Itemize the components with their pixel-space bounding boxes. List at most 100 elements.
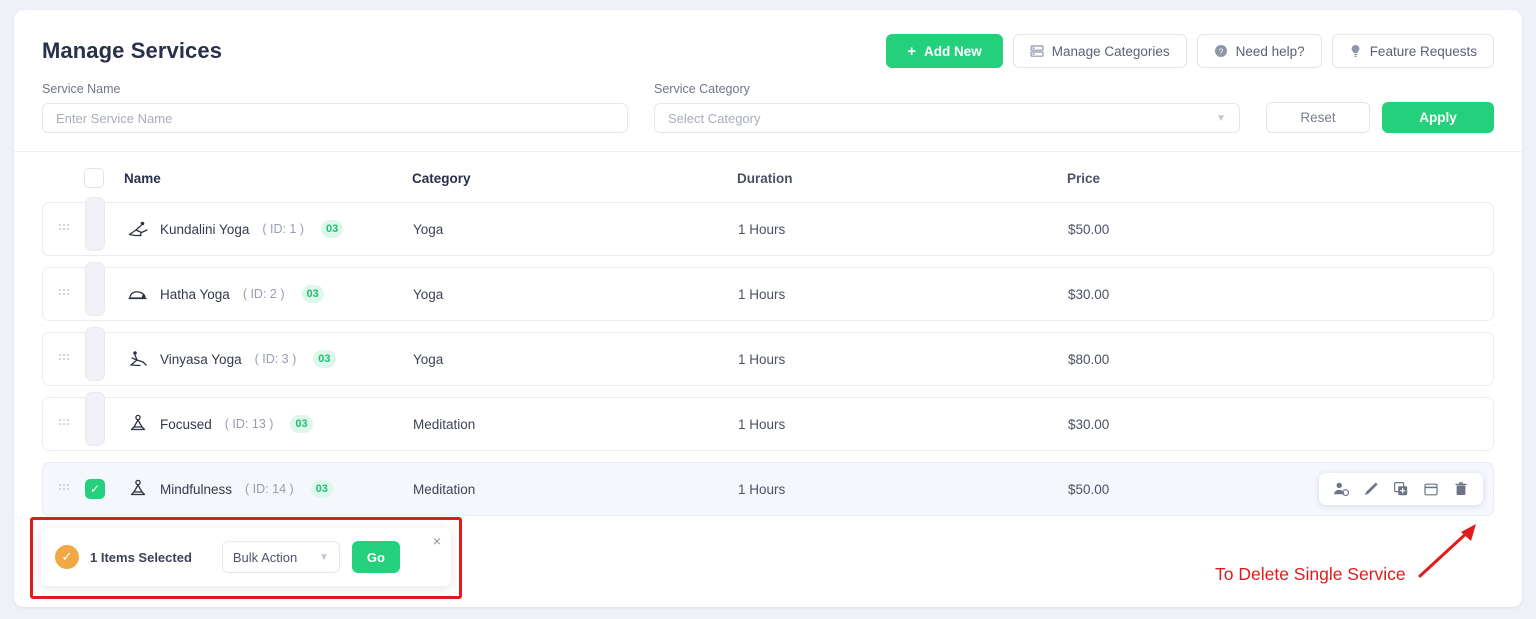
chevron-down-icon: ▼ xyxy=(318,551,329,563)
service-id-text: ( ID: 14 ) xyxy=(245,482,294,496)
service-name-input[interactable]: Enter Service Name xyxy=(42,103,628,133)
calendar-icon[interactable] xyxy=(1423,481,1439,497)
drag-handle-icon[interactable] xyxy=(43,418,85,430)
items-selected-text: 1 Items Selected xyxy=(90,549,192,565)
duration-cell: 1 Hours xyxy=(738,481,786,497)
category-cell: Meditation xyxy=(413,481,476,497)
add-new-label: Add New xyxy=(924,43,982,59)
status-badge: 03 xyxy=(313,350,336,368)
service-id-text: ( ID: 2 ) xyxy=(242,287,285,301)
category-cell: Meditation xyxy=(413,416,476,432)
price-cell: $30.00 xyxy=(1068,286,1110,302)
bulk-action-select[interactable]: Bulk Action ▼ xyxy=(221,541,340,573)
reset-button[interactable]: Reset xyxy=(1266,102,1370,133)
assign-user-icon[interactable] xyxy=(1333,481,1349,497)
category-cell: Yoga xyxy=(413,351,444,367)
feature-requests-button[interactable]: Feature Requests xyxy=(1331,34,1494,68)
row-action-toolbar xyxy=(1319,473,1483,505)
table-header-row: Name Category Duration Price xyxy=(14,152,1522,202)
row-checkbox[interactable] xyxy=(85,196,105,251)
category-cell: Yoga xyxy=(413,286,444,302)
select-all-checkbox[interactable] xyxy=(84,168,104,188)
duration-cell: 1 Hours xyxy=(738,351,786,367)
table-row[interactable]: Focused ( ID: 13 ) 03 Meditation 1 Hours… xyxy=(42,391,1494,451)
category-cell: Yoga xyxy=(413,221,444,237)
svg-text:?: ? xyxy=(1218,47,1223,56)
drag-handle-icon[interactable] xyxy=(43,288,85,300)
duration-cell: 1 Hours xyxy=(738,286,786,302)
row-select-cell xyxy=(85,261,125,327)
filter-buttons: Reset Apply xyxy=(1266,102,1494,133)
price-cell: $50.00 xyxy=(1068,221,1110,237)
delete-icon[interactable] xyxy=(1453,481,1469,497)
page-root: Manage Services + Add New Manage Categor… xyxy=(0,0,1536,619)
service-category-value: Select Category xyxy=(668,110,761,126)
status-badge: 03 xyxy=(290,415,313,433)
duplicate-icon[interactable] xyxy=(1393,481,1409,497)
plus-icon: + xyxy=(907,42,917,60)
yoga-pose-icon xyxy=(125,281,151,307)
service-name-text: Hatha Yoga xyxy=(160,286,230,302)
bulk-action-value: Bulk Action xyxy=(232,549,298,565)
row-select-cell xyxy=(85,391,125,457)
row-select-cell: ✓ xyxy=(85,479,125,499)
manage-categories-button[interactable]: Manage Categories xyxy=(1012,34,1187,68)
duration-cell: 1 Hours xyxy=(738,416,786,432)
chevron-down-icon: ▼ xyxy=(1216,112,1226,124)
price-cell: $80.00 xyxy=(1068,351,1110,367)
apply-button[interactable]: Apply xyxy=(1382,102,1494,133)
service-category-field: Service Category Select Category ▼ xyxy=(654,82,1240,133)
bulk-action-panel: ✓ 1 Items Selected Bulk Action ▼ Go × xyxy=(41,528,451,586)
table-row[interactable]: Hatha Yoga ( ID: 2 ) 03 Yoga 1 Hours $30… xyxy=(42,261,1494,321)
row-checkbox[interactable] xyxy=(85,391,105,446)
row-checkbox[interactable] xyxy=(85,261,105,316)
service-name-cell: Kundalini Yoga ( ID: 1 ) 03 xyxy=(125,216,413,242)
service-id-text: ( ID: 3 ) xyxy=(254,352,297,366)
service-name-cell: Hatha Yoga ( ID: 2 ) 03 xyxy=(125,281,413,307)
row-select-cell xyxy=(85,326,125,392)
drag-handle-icon[interactable] xyxy=(43,223,85,235)
check-circle-icon: ✓ xyxy=(55,545,79,569)
row-select-cell xyxy=(85,196,125,262)
row-checkbox[interactable] xyxy=(85,326,105,381)
question-circle-icon: ? xyxy=(1214,44,1228,58)
service-name-text: Focused xyxy=(160,416,212,432)
manage-categories-label: Manage Categories xyxy=(1051,43,1170,59)
table-row[interactable]: ✓ Mindfulness ( ID: 14 ) 03 Meditation 1… xyxy=(42,462,1494,516)
status-badge: 03 xyxy=(310,480,333,498)
service-category-select[interactable]: Select Category ▼ xyxy=(654,103,1240,133)
service-name-cell: Mindfulness ( ID: 14 ) 03 xyxy=(125,476,413,502)
page-title: Manage Services xyxy=(42,38,223,63)
duration-cell: 1 Hours xyxy=(738,221,786,237)
service-name-cell: Vinyasa Yoga ( ID: 3 ) 03 xyxy=(125,346,413,372)
bulk-go-button[interactable]: Go xyxy=(351,541,400,573)
service-name-cell: Focused ( ID: 13 ) 03 xyxy=(125,411,413,437)
service-name-text: Mindfulness xyxy=(160,481,233,497)
column-header-name: Name xyxy=(124,170,161,186)
yoga-pose-icon xyxy=(125,216,151,242)
row-checkbox[interactable]: ✓ xyxy=(85,479,105,499)
need-help-button[interactable]: ? Need help? xyxy=(1196,34,1322,68)
drag-handle-icon[interactable] xyxy=(43,353,85,365)
table-body: Kundalini Yoga ( ID: 1 ) 03 Yoga 1 Hours… xyxy=(14,196,1522,516)
table-row[interactable]: Kundalini Yoga ( ID: 1 ) 03 Yoga 1 Hours… xyxy=(42,196,1494,256)
service-id-text: ( ID: 13 ) xyxy=(224,417,274,431)
edit-icon[interactable] xyxy=(1363,481,1379,497)
yoga-pose-icon xyxy=(125,346,151,372)
meditation-icon xyxy=(125,476,151,502)
drag-handle-icon[interactable] xyxy=(43,483,85,495)
close-icon[interactable]: × xyxy=(433,533,441,549)
service-name-label: Service Name xyxy=(42,82,121,96)
header-actions: + Add New Manage Categories ? Need help?… xyxy=(886,34,1494,68)
meditation-icon xyxy=(125,411,151,437)
service-name-text: Kundalini Yoga xyxy=(160,221,250,237)
table-row[interactable]: Vinyasa Yoga ( ID: 3 ) 03 Yoga 1 Hours $… xyxy=(42,326,1494,386)
annotation-arrow-icon xyxy=(1418,524,1476,578)
feature-requests-label: Feature Requests xyxy=(1369,43,1477,59)
service-name-text: Vinyasa Yoga xyxy=(160,351,242,367)
service-category-label: Service Category xyxy=(654,82,750,96)
bulk-action-highlight: ✓ 1 Items Selected Bulk Action ▼ Go × xyxy=(30,517,462,599)
list-icon xyxy=(1030,44,1044,58)
status-badge: 03 xyxy=(301,285,324,303)
add-new-button[interactable]: + Add New xyxy=(886,34,1003,68)
